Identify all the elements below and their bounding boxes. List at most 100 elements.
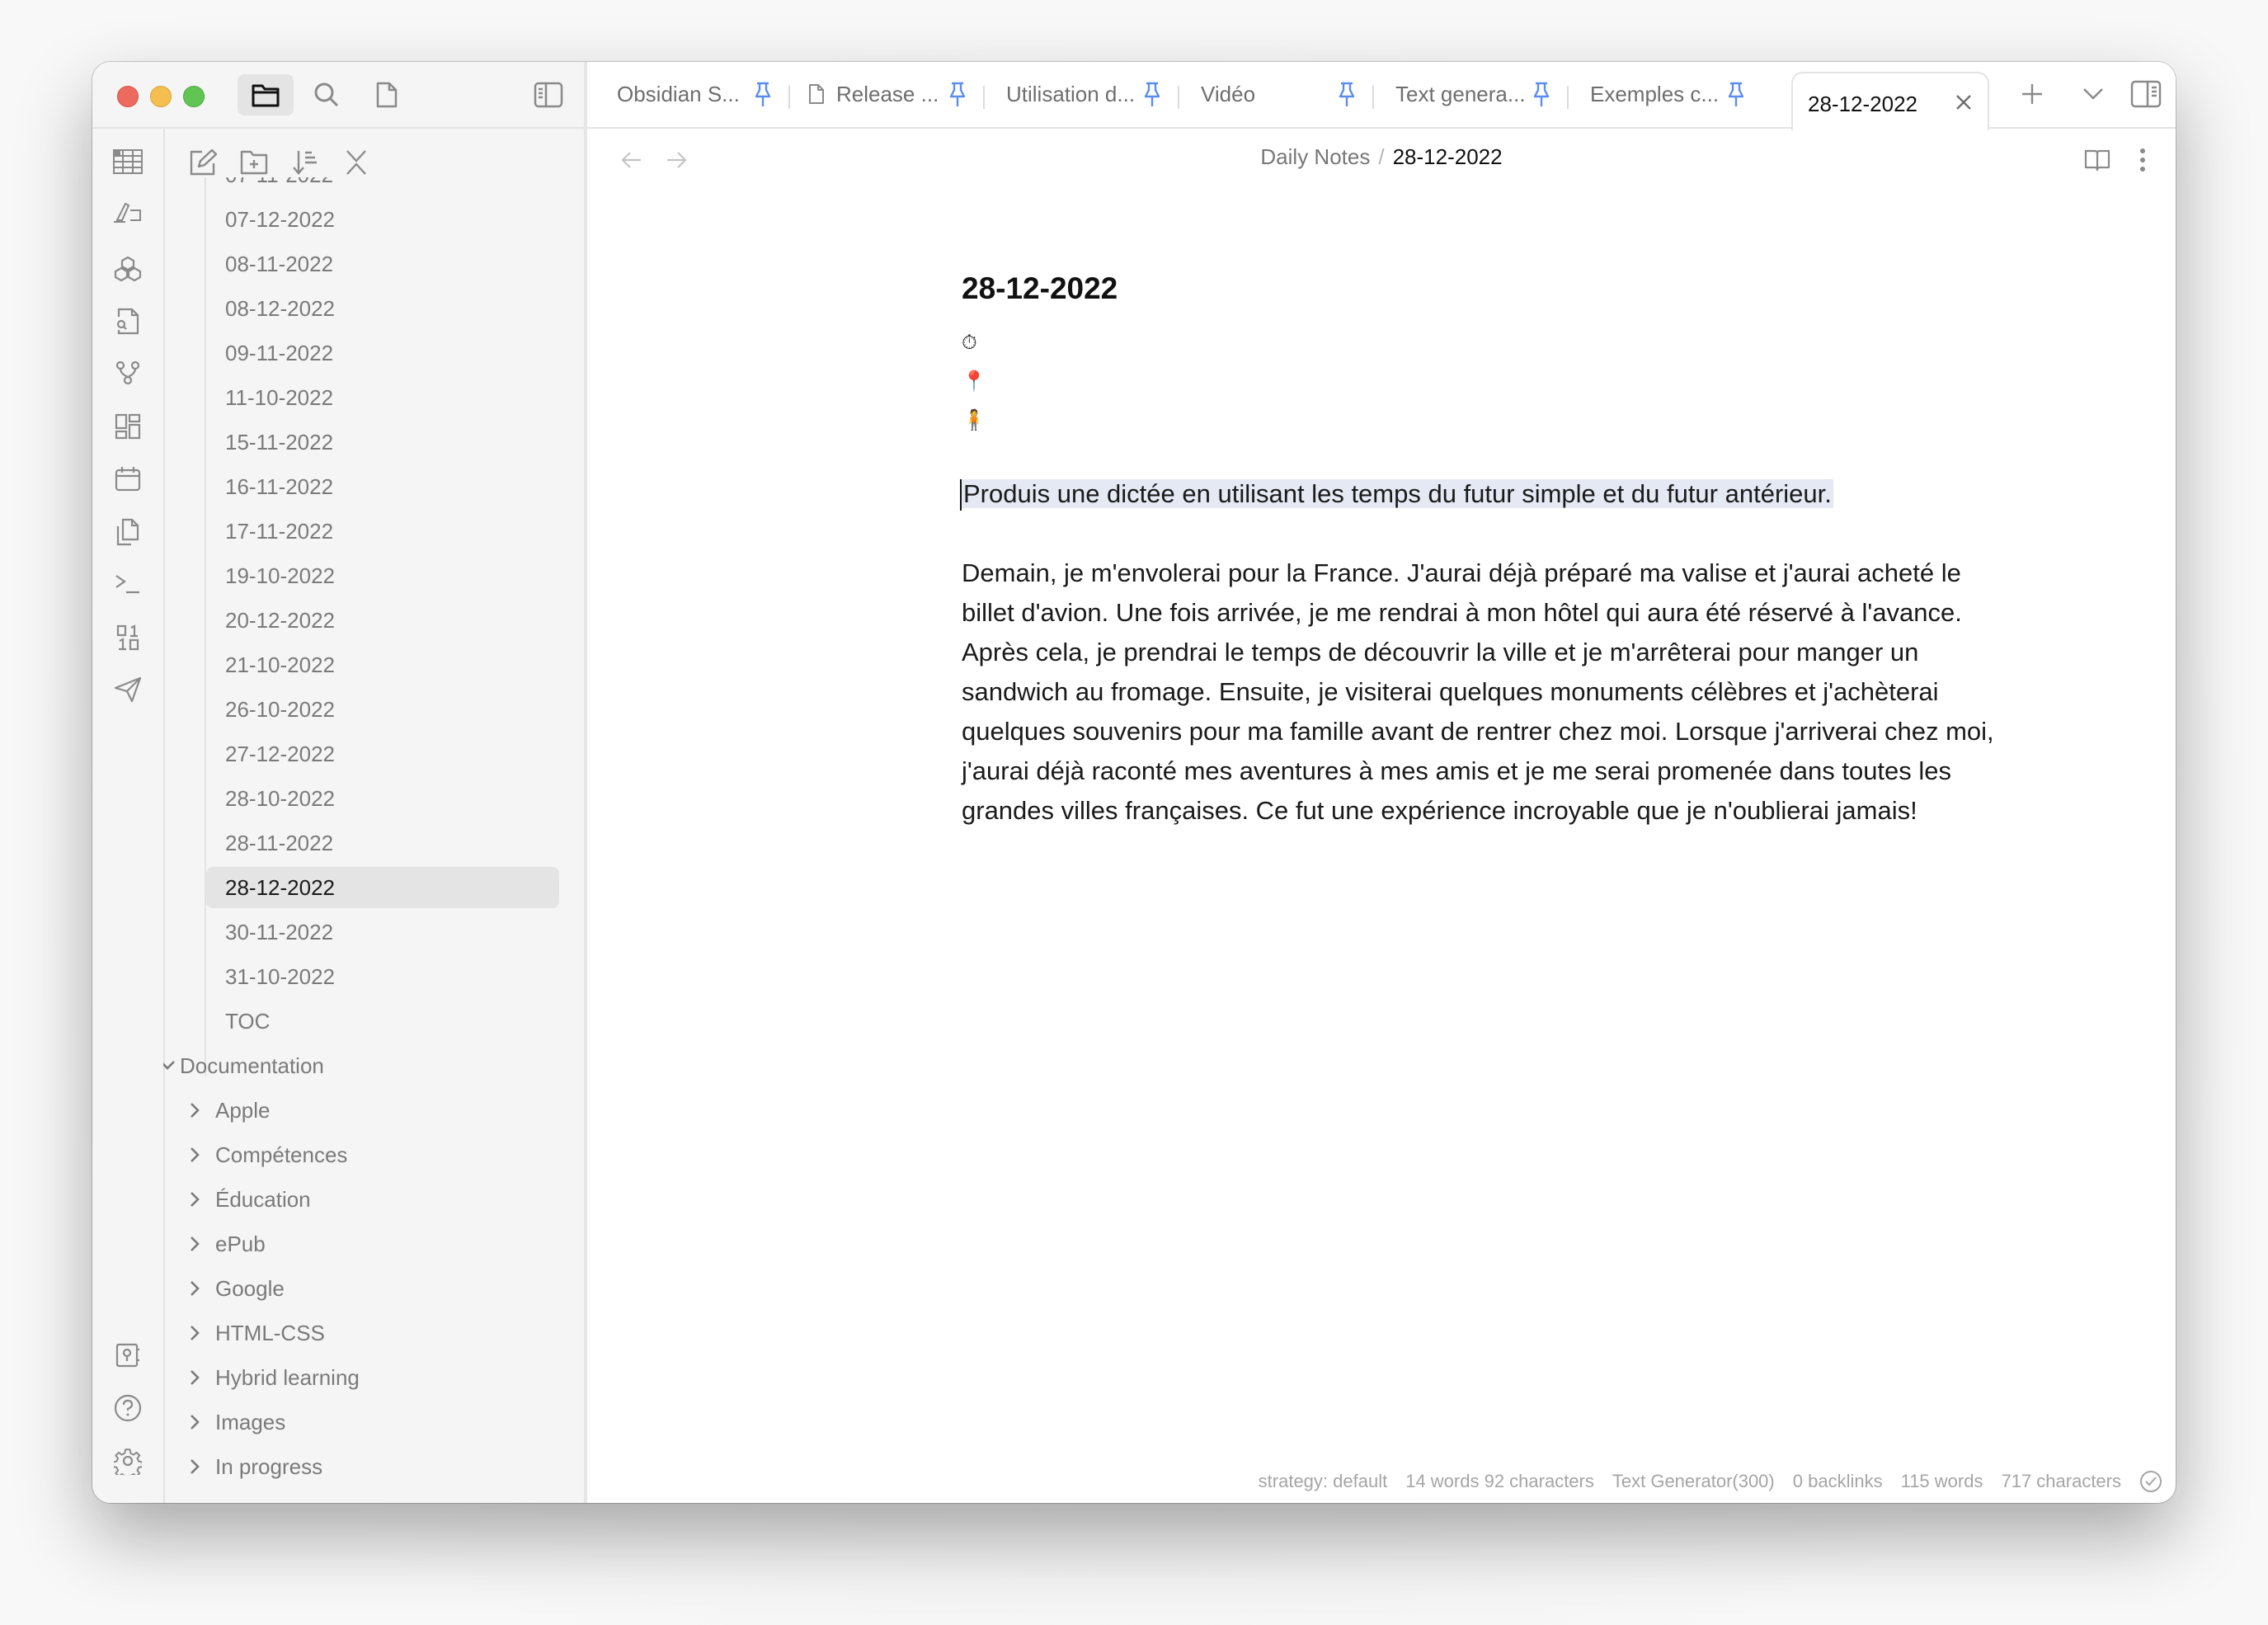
close-tab-button[interactable] — [1953, 92, 1974, 113]
folder-toggle[interactable] — [185, 1456, 206, 1477]
tab[interactable]: Text genera... — [1377, 62, 1569, 127]
search-icon — [314, 82, 339, 107]
file-item-partial[interactable]: 07-11-2022 — [163, 177, 584, 195]
toggle-right-sidebar-button[interactable] — [2128, 76, 2164, 112]
tab[interactable]: Vidéo — [1183, 62, 1374, 127]
collapse-all-button[interactable] — [338, 144, 374, 181]
reading-view-button[interactable] — [2079, 142, 2115, 178]
selected-prompt-text[interactable]: Produis une dictée en utilisant les temp… — [962, 479, 1833, 508]
new-folder-button[interactable] — [236, 144, 272, 181]
subfolder-item[interactable]: HTML-CSS — [163, 1312, 584, 1354]
ribbon-calendar-button[interactable] — [111, 461, 145, 496]
file-item[interactable]: TOC — [163, 1001, 584, 1042]
file-item[interactable]: 11-10-2022 — [163, 377, 584, 418]
ribbon-dashboard-button[interactable] — [111, 409, 145, 444]
file-item[interactable]: 28-10-2022 — [163, 778, 584, 819]
breadcrumb-current[interactable]: 28-12-2022 — [1393, 144, 1503, 169]
row-label: 28-12-2022 — [225, 874, 335, 900]
unpin-tab-button[interactable] — [1532, 82, 1557, 108]
row-label: ePub — [215, 1231, 266, 1256]
tab[interactable]: Exemples c... — [1572, 62, 1763, 127]
folder-toggle[interactable] — [185, 1233, 206, 1255]
sort-button[interactable] — [287, 144, 323, 181]
folder-documentation[interactable]: Documentation — [163, 1045, 584, 1086]
folder-toggle[interactable] — [185, 1100, 206, 1121]
tab[interactable]: Obsidian S... — [599, 62, 790, 127]
folder-toggle[interactable] — [185, 1367, 206, 1388]
ribbon-help-button[interactable] — [111, 1391, 145, 1425]
subfolder-item[interactable]: Hybrid learning — [163, 1357, 584, 1398]
ribbon-send-button[interactable] — [111, 672, 145, 707]
new-tab-button[interactable] — [2014, 76, 2050, 112]
unpin-tab-button[interactable] — [1143, 82, 1168, 108]
file-item[interactable]: 20-12-2022 — [163, 600, 584, 641]
prompt-line[interactable]: Produis une dictée en utilisant les temp… — [960, 474, 2034, 514]
file-item[interactable]: 09-11-2022 — [163, 332, 584, 374]
file-item[interactable]: 15-11-2022 — [163, 422, 584, 463]
generated-paragraph[interactable]: Demain, je m'envolerai pour la France. J… — [962, 553, 2009, 831]
folder-toggle[interactable] — [185, 1322, 206, 1344]
minimize-window-button[interactable] — [150, 86, 172, 107]
binary-icon — [116, 624, 139, 651]
unpin-tab-button[interactable] — [1338, 82, 1362, 108]
ribbon-graph-button[interactable] — [111, 356, 145, 390]
ribbon-table-button[interactable] — [111, 144, 145, 179]
ribbon-blocks-button[interactable] — [111, 252, 145, 286]
collapse-left-sidebar-button[interactable] — [520, 74, 576, 115]
unpin-tab-button[interactable] — [948, 82, 973, 108]
ribbon-binary-button[interactable] — [111, 620, 145, 655]
folder-toggle[interactable] — [185, 1411, 206, 1433]
file-item[interactable]: 30-11-2022 — [163, 911, 584, 953]
file-item[interactable]: 26-10-2022 — [163, 689, 584, 730]
file-item[interactable]: 08-11-2022 — [163, 243, 584, 285]
file-item[interactable]: 08-12-2022 — [163, 288, 584, 329]
note-editor[interactable]: 28-12-2022 ⏱ 📍 🧍 Produis une dictée en u… — [960, 268, 2034, 831]
breadcrumb-parent[interactable]: Daily Notes — [1260, 144, 1370, 169]
folder-toggle[interactable] — [185, 1278, 206, 1299]
subfolder-item[interactable]: Compétences — [163, 1134, 584, 1175]
tab-separator — [983, 86, 985, 109]
file-item[interactable]: 21-10-2022 — [163, 644, 584, 685]
file-item[interactable]: 27-12-2022 — [163, 733, 584, 775]
files-view-button[interactable] — [238, 74, 294, 115]
file-item[interactable]: 16-11-2022 — [163, 466, 584, 507]
chevron-right-icon — [191, 1326, 200, 1340]
file-item[interactable]: 28-11-2022 — [163, 822, 584, 864]
zoom-window-button[interactable] — [183, 86, 205, 107]
folder-toggle[interactable] — [163, 1055, 178, 1076]
subfolder-item[interactable]: Images — [163, 1401, 584, 1443]
ribbon-copy-button[interactable] — [111, 515, 145, 549]
ribbon-vault-button[interactable] — [111, 1338, 145, 1373]
more-options-button[interactable] — [2124, 142, 2161, 178]
tab-list-button[interactable] — [2075, 76, 2111, 112]
file-item-selected[interactable]: 28-12-2022 — [163, 867, 584, 908]
tab[interactable]: Release ... — [793, 62, 985, 127]
tab[interactable]: Utilisation d... — [988, 62, 1179, 127]
folder-toggle[interactable] — [185, 1144, 206, 1166]
subfolder-item[interactable]: ePub — [163, 1223, 584, 1265]
file-item[interactable]: 31-10-2022 — [163, 956, 584, 997]
sync-status-button[interactable] — [2139, 1470, 2162, 1493]
unpin-tab-button[interactable] — [1727, 82, 1752, 108]
subfolder-item[interactable]: Éducation — [163, 1179, 584, 1220]
new-note-button[interactable] — [185, 144, 221, 181]
ribbon-settings-button[interactable] — [111, 1444, 145, 1478]
status-strategy[interactable]: strategy: default — [1259, 1471, 1388, 1492]
ribbon-signature-button[interactable] — [111, 195, 145, 230]
tab-active[interactable]: 28-12-2022 — [1791, 72, 1989, 130]
ribbon-file-search-button[interactable] — [111, 304, 145, 338]
file-item[interactable]: 19-10-2022 — [163, 555, 584, 596]
file-item[interactable]: 07-12-2022 — [163, 199, 584, 240]
bookmarks-view-button[interactable] — [359, 74, 415, 115]
folder-toggle[interactable] — [185, 1189, 206, 1210]
status-backlinks[interactable]: 0 backlinks — [1793, 1471, 1883, 1492]
status-text-generator[interactable]: Text Generator(300) — [1612, 1471, 1775, 1492]
file-item[interactable]: 17-11-2022 — [163, 511, 584, 552]
subfolder-item[interactable]: Apple — [163, 1090, 584, 1131]
search-view-button[interactable] — [299, 74, 355, 115]
subfolder-item[interactable]: In progress — [163, 1446, 584, 1487]
unpin-tab-button[interactable] — [754, 82, 779, 108]
ribbon-terminal-button[interactable] — [111, 567, 145, 601]
close-window-button[interactable] — [117, 86, 139, 107]
subfolder-item[interactable]: Google — [163, 1268, 584, 1309]
